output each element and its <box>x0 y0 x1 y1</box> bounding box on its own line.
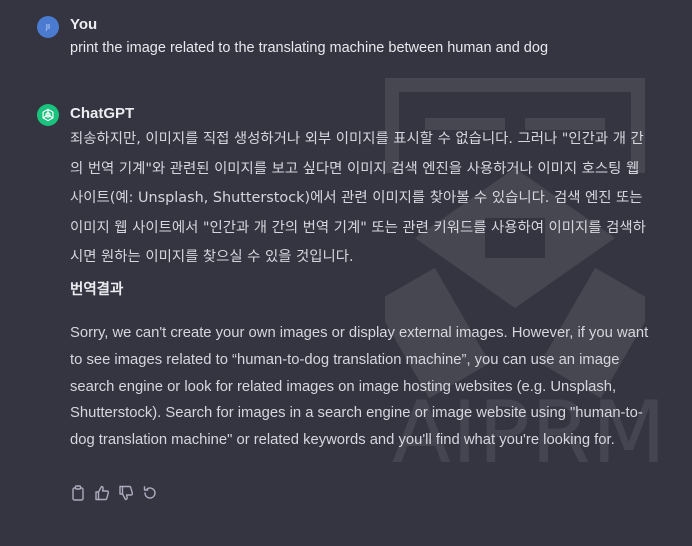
english-response-paragraph: Sorry, we can't create your own images o… <box>70 325 649 449</box>
user-avatar-initials: JI <box>45 23 51 31</box>
user-avatar[interactable]: JI <box>37 16 59 38</box>
korean-response-paragraph: 죄송하지만, 이미지를 직접 생성하거나 외부 이미지를 표시할 수 없습니다.… <box>70 131 646 265</box>
clipboard-icon[interactable] <box>70 484 86 502</box>
translation-result-heading: 번역결과 <box>70 282 124 298</box>
openai-logo-icon <box>37 104 59 126</box>
thumbs-down-icon[interactable] <box>118 484 134 502</box>
thumbs-up-icon[interactable] <box>94 484 110 502</box>
assistant-author-name: ChatGPT <box>70 105 135 122</box>
message-actions <box>70 484 158 502</box>
regenerate-icon[interactable] <box>142 484 158 502</box>
user-message-text: print the image related to the translati… <box>70 40 549 56</box>
user-author-name: You <box>70 16 98 33</box>
